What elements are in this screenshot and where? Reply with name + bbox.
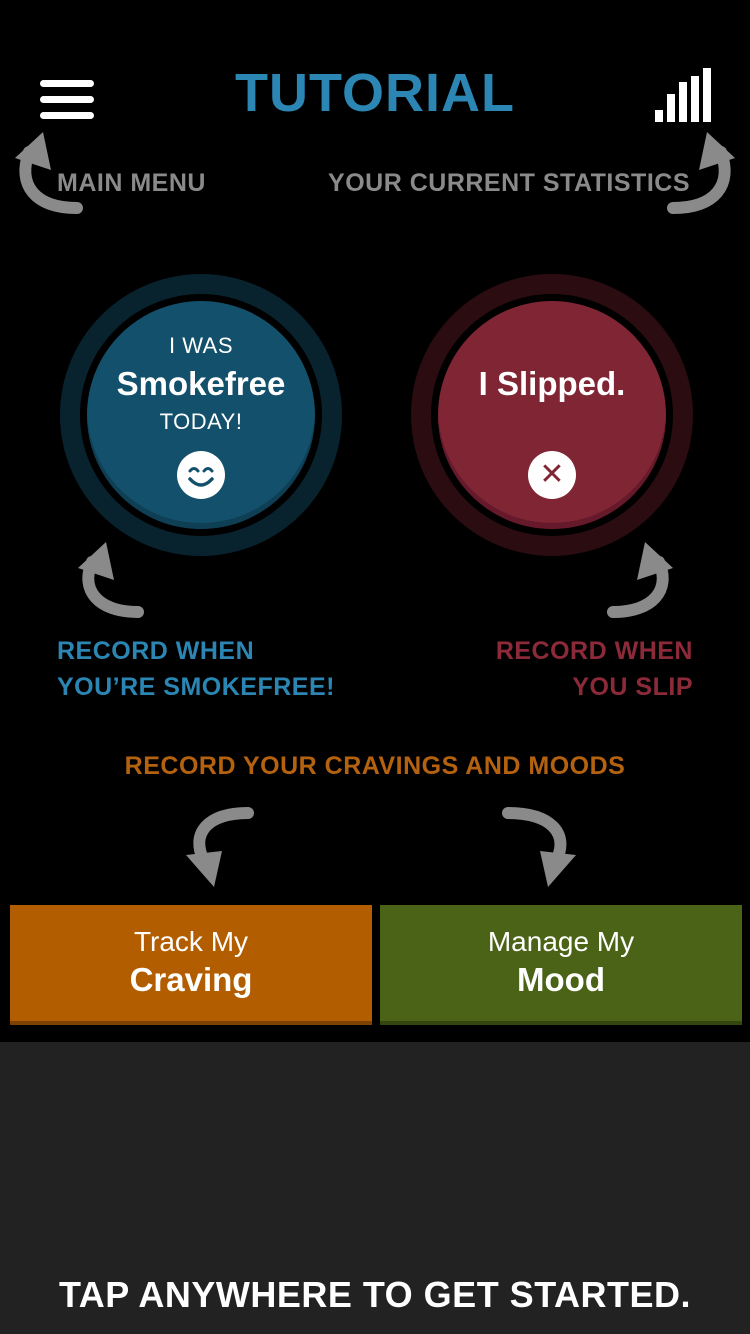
smokefree-line3: TODAY! (159, 409, 243, 434)
smokefree-line2: Smokefree (116, 365, 286, 402)
craving-big-label: Craving (129, 961, 253, 998)
record-smokefree-hint: RECORD WHEN YOU’RE SMOKEFREE! (57, 633, 335, 705)
close-x-icon: ✕ (528, 451, 576, 499)
mood-big-label: Mood (517, 961, 605, 998)
slipped-button[interactable]: I Slipped. ✕ (438, 301, 666, 529)
statistics-hint: YOUR CURRENT STATISTICS (328, 169, 690, 197)
tap-to-start-text: TAP ANYWHERE TO GET STARTED. (58, 1274, 692, 1315)
curved-arrow-up-right-icon (665, 130, 735, 215)
record-cravings-hint: RECORD YOUR CRAVINGS AND MOODS (124, 752, 626, 780)
main-menu-hint: MAIN MENU (57, 169, 206, 197)
page-title: TUTORIAL (235, 63, 515, 123)
record-slip-hint: RECORD WHEN YOU SLIP (496, 633, 693, 705)
manage-mood-button[interactable]: Manage My Mood (380, 905, 742, 1025)
mood-small-label: Manage My (487, 926, 635, 957)
slipped-ring: I Slipped. ✕ (411, 274, 693, 556)
curved-arrow-down-left-icon (182, 805, 254, 887)
track-craving-button[interactable]: Track My Craving (10, 905, 372, 1025)
curved-arrow-up-left-icon (76, 540, 146, 620)
record-slip-line2: YOU SLIP (572, 673, 693, 701)
curved-arrow-up-right-icon (605, 540, 675, 620)
record-slip-line1: RECORD WHEN (495, 637, 693, 665)
curved-arrow-down-right-icon (500, 805, 580, 887)
smiley-face-icon (177, 451, 225, 499)
bar-chart-icon[interactable] (655, 68, 713, 122)
footer-panel[interactable]: TAP ANYWHERE TO GET STARTED. (0, 1042, 750, 1334)
slipped-label: I Slipped. (478, 365, 626, 402)
craving-small-label: Track My (133, 926, 249, 957)
smokefree-line1: I WAS (168, 333, 234, 358)
smokefree-ring: I WAS Smokefree TODAY! (60, 274, 342, 556)
record-smokefree-line1: RECORD WHEN (57, 637, 255, 665)
smokefree-button[interactable]: I WAS Smokefree TODAY! (87, 301, 315, 529)
record-smokefree-line2: YOU’RE SMOKEFREE! (57, 673, 335, 701)
